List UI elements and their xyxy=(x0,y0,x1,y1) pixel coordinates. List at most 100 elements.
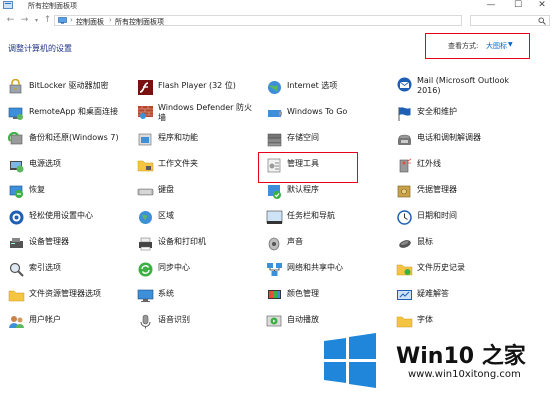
view-by-dropdown[interactable]: 大图标 xyxy=(486,41,507,51)
item-infrared[interactable]: 红外线 xyxy=(396,157,546,177)
bitlocker-icon xyxy=(8,79,25,96)
region-icon xyxy=(137,209,154,226)
folder-options-icon xyxy=(8,287,25,304)
item-label: 安全和维护 xyxy=(417,107,457,116)
item-devices-printers[interactable]: 设备和打印机 xyxy=(137,235,259,255)
item-label: Flash Player (32 位) xyxy=(158,81,236,90)
search-input[interactable] xyxy=(470,15,550,26)
item-mail[interactable]: Mail (Microsoft Outlook 2016) xyxy=(396,76,546,96)
control-panel-icon xyxy=(3,1,13,9)
indexing-icon xyxy=(8,261,25,278)
item-taskbar[interactable]: 任务栏和导航 xyxy=(266,209,386,229)
item-label: 红外线 xyxy=(417,159,441,168)
item-label: 恢复 xyxy=(29,185,45,194)
address-row: ← → ▾ ↑ › 控制面板 › 所有控制面板项 xyxy=(0,12,554,30)
item-keyboard[interactable]: 键盘 xyxy=(137,183,259,203)
work-folders-icon xyxy=(137,157,154,174)
item-bitlocker[interactable]: BitLocker 驱动器加密 xyxy=(8,79,128,99)
window-title: 所有控制面板项 xyxy=(28,2,77,10)
item-speech[interactable]: 语音识别 xyxy=(137,313,259,333)
minimize-button[interactable]: — xyxy=(480,0,502,12)
item-user-accounts[interactable]: 用户帐户 xyxy=(8,313,128,333)
maximize-button[interactable]: ☐ xyxy=(507,0,529,12)
item-region[interactable]: 区域 xyxy=(137,209,259,229)
storage-icon xyxy=(266,131,283,148)
item-label: 疑难解答 xyxy=(417,289,449,298)
color-icon xyxy=(266,287,283,304)
mail-icon xyxy=(396,76,413,93)
recent-dropdown-icon[interactable]: ▾ xyxy=(31,15,42,26)
item-label: 字体 xyxy=(417,315,433,324)
item-troubleshooting[interactable]: 疑难解答 xyxy=(396,287,546,307)
infrared-icon xyxy=(396,157,413,174)
item-firewall[interactable]: Windows Defender 防火墙 xyxy=(137,103,259,123)
item-fonts[interactable]: 字体 xyxy=(396,313,546,333)
search-icon[interactable] xyxy=(538,17,546,25)
item-admin-tools[interactable]: 管理工具 xyxy=(266,157,354,177)
item-label: 备份和还原(Windows 7) xyxy=(29,133,119,142)
item-label: Internet 选项 xyxy=(287,81,338,90)
windows-to-go-icon xyxy=(266,105,283,122)
watermark-url: www.win10xitong.com xyxy=(408,369,521,380)
item-work-folders[interactable]: 工作文件夹 xyxy=(137,157,259,177)
item-mouse[interactable]: 鼠标 xyxy=(396,235,546,255)
item-backup[interactable]: 备份和还原(Windows 7) xyxy=(8,131,128,151)
item-label: 日期和时间 xyxy=(417,211,457,220)
chevron-down-icon[interactable]: ▼ xyxy=(508,41,513,48)
item-default-programs[interactable]: 默认程序 xyxy=(266,183,386,203)
phone-icon xyxy=(396,131,413,148)
autoplay-icon xyxy=(266,313,283,330)
item-label: Windows Defender 防火墙 xyxy=(158,103,252,122)
programs-icon xyxy=(137,131,154,148)
keyboard-icon xyxy=(137,183,154,200)
close-button[interactable]: ✕ xyxy=(531,0,553,12)
breadcrumb-all-items[interactable]: 所有控制面板项 xyxy=(115,17,164,27)
item-ease-of-access[interactable]: 轻松使用设置中心 xyxy=(8,209,128,229)
ease-of-access-icon xyxy=(8,209,25,226)
file-history-icon xyxy=(396,261,413,278)
item-label: 默认程序 xyxy=(287,185,319,194)
item-indexing[interactable]: 索引选项 xyxy=(8,261,128,281)
item-network-sharing[interactable]: 网络和共享中心 xyxy=(266,261,386,281)
item-programs[interactable]: 程序和功能 xyxy=(137,131,259,151)
item-label: 颜色管理 xyxy=(287,289,319,298)
back-button[interactable]: ← xyxy=(5,15,16,26)
admin-tools-icon xyxy=(266,157,283,174)
security-flag-icon xyxy=(396,105,413,122)
item-folder-options[interactable]: 文件资源管理器选项 xyxy=(8,287,128,307)
breadcrumb-control-panel[interactable]: 控制面板 xyxy=(76,17,104,27)
fonts-icon xyxy=(396,313,413,330)
power-icon xyxy=(8,157,25,174)
forward-button[interactable]: → xyxy=(19,15,30,26)
item-phone-modem[interactable]: 电话和调制解调器 xyxy=(396,131,546,151)
device-manager-icon xyxy=(8,235,25,252)
item-storage-spaces[interactable]: 存储空间 xyxy=(266,131,386,151)
item-autoplay[interactable]: 自动播放 xyxy=(266,313,386,333)
item-file-history[interactable]: 文件历史记录 xyxy=(396,261,546,281)
item-sound[interactable]: 声音 xyxy=(266,235,386,255)
item-label: 声音 xyxy=(287,237,303,246)
up-button[interactable]: ↑ xyxy=(42,15,53,26)
troubleshoot-icon xyxy=(396,287,413,304)
breadcrumb-separator: › xyxy=(109,16,112,24)
item-sync-center[interactable]: 同步中心 xyxy=(137,261,259,281)
credential-icon xyxy=(396,183,413,200)
item-internet-options[interactable]: Internet 选项 xyxy=(266,79,386,99)
item-recovery[interactable]: 恢复 xyxy=(8,183,128,203)
item-power[interactable]: 电源选项 xyxy=(8,157,128,177)
item-label: 设备和打印机 xyxy=(158,237,206,246)
item-label: Windows To Go xyxy=(287,107,348,116)
item-credential-manager[interactable]: 凭据管理器 xyxy=(396,183,546,203)
item-device-manager[interactable]: 设备管理器 xyxy=(8,235,128,255)
item-flash-player[interactable]: Flash Player (32 位) xyxy=(137,79,259,99)
item-label: Mail (Microsoft Outlook 2016) xyxy=(417,76,510,95)
item-system[interactable]: 系统 xyxy=(137,287,259,307)
address-bar[interactable]: › 控制面板 › 所有控制面板项 xyxy=(54,15,462,26)
item-label: 程序和功能 xyxy=(158,133,198,142)
item-label: 电源选项 xyxy=(29,159,61,168)
item-windows-to-go[interactable]: Windows To Go xyxy=(266,105,386,125)
item-date-time[interactable]: 日期和时间 xyxy=(396,209,546,229)
item-remoteapp[interactable]: RemoteApp 和桌面连接 xyxy=(8,105,128,125)
item-security-maintenance[interactable]: 安全和维护 xyxy=(396,105,546,125)
item-color-management[interactable]: 颜色管理 xyxy=(266,287,386,307)
